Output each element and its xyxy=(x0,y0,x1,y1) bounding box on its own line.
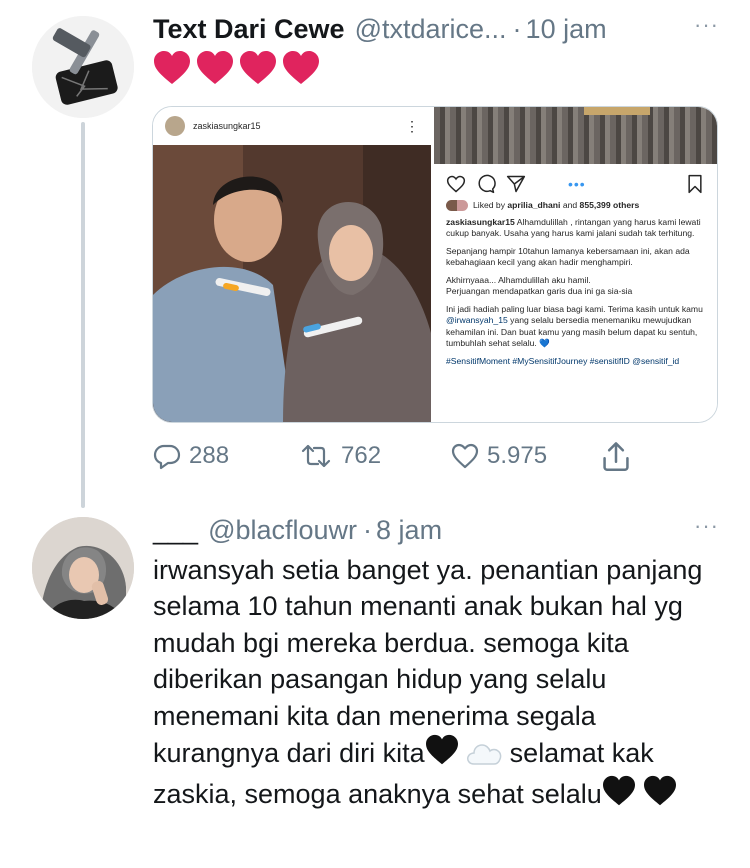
black-heart-icon xyxy=(425,734,459,775)
username[interactable]: @blacflouwr xyxy=(208,515,357,546)
tweet-action-bar: 288 762 5.975 xyxy=(153,440,643,472)
thread-line xyxy=(81,122,85,508)
caption-mention: @irwansyah_15 xyxy=(446,315,508,325)
retweet-count: 762 xyxy=(341,442,382,469)
timestamp[interactable]: 10 jam xyxy=(526,14,607,45)
like-button[interactable]: 5.975 xyxy=(451,442,547,470)
caption-hashtags: #SensitifMoment #MySensitifJourney #sens… xyxy=(446,355,680,366)
black-heart-icon xyxy=(643,775,677,816)
retweet-icon xyxy=(301,444,331,468)
reply-icon xyxy=(153,444,181,470)
instagram-username: zaskiasungkar15 xyxy=(193,121,261,131)
comment-icon xyxy=(478,174,496,194)
instagram-avatar xyxy=(165,116,185,136)
dress-pleats-photo xyxy=(434,107,717,164)
heart-icon xyxy=(451,443,479,469)
red-heart-icon xyxy=(283,51,319,84)
reply-button[interactable]: 288 xyxy=(153,442,229,470)
send-icon xyxy=(506,175,526,193)
separator: · xyxy=(363,514,373,545)
more-options-icon[interactable]: ··· xyxy=(694,12,719,38)
instagram-menu-icon: ⋮ xyxy=(405,117,419,134)
reply-text: irwansyah setia banget ya. penantian pan… xyxy=(153,552,728,817)
media-image-right[interactable]: ••• Liked by aprilia_dhani and 855,399 o… xyxy=(434,107,717,422)
liked-by-prefix: Liked by xyxy=(473,200,506,210)
caption-paragraph-3-line-1: Akhirnyaaa... Alhamdulillah aku hamil. xyxy=(446,274,591,285)
liked-by-user: aprilia_dhani xyxy=(507,200,561,210)
hammer-phone-avatar-image xyxy=(32,16,134,118)
couple-photo xyxy=(153,145,431,422)
avatar[interactable] xyxy=(32,517,134,619)
cloud-icon xyxy=(466,739,502,775)
caption-paragraph-4-part-1: Ini jadi hadiah paling luar biasa bagi k… xyxy=(446,303,703,314)
instagram-action-bar: ••• xyxy=(434,164,717,196)
avatar[interactable] xyxy=(32,16,134,118)
caption-paragraph-2: Sepanjang hampir 10tahun lamanya kebersa… xyxy=(446,245,690,268)
share-button[interactable] xyxy=(600,440,640,472)
red-heart-icon xyxy=(240,51,276,84)
red-heart-icon xyxy=(197,51,233,84)
display-name[interactable]: ___ xyxy=(153,515,198,546)
tweet-header: Text Dari Cewe @txtdarice... · 10 jam ··… xyxy=(153,12,719,46)
separator: · xyxy=(512,13,522,44)
couple-photo-illustration xyxy=(153,145,431,422)
liked-by-row: Liked by aprilia_dhani and 855,399 other… xyxy=(446,200,705,212)
instagram-post-header: zaskiasungkar15 ⋮ xyxy=(153,107,431,145)
username[interactable]: @txtdarice... xyxy=(355,14,507,45)
reply-count: 288 xyxy=(189,442,230,469)
like-count: 5.975 xyxy=(487,442,548,469)
retweet-button[interactable]: 762 xyxy=(299,442,381,470)
reply-header: ___ @blacflouwr · 8 jam ··· xyxy=(153,513,719,547)
hijab-girl-avatar-image xyxy=(32,517,134,619)
tweet-text: ❤️❤️❤️❤️ xyxy=(153,50,320,86)
liked-by-avatars xyxy=(446,200,468,212)
caption-username: zaskiasungkar15 xyxy=(446,216,515,227)
bookmark-icon xyxy=(688,174,702,194)
timestamp[interactable]: 8 jam xyxy=(376,515,442,546)
media-image-left[interactable]: zaskiasungkar15 ⋮ xyxy=(153,107,434,422)
more-options-icon[interactable]: ··· xyxy=(694,513,719,539)
heart-outline-icon xyxy=(446,175,466,193)
caption-paragraph-3-line-2: Perjuangan mendapatkan garis dua ini ga … xyxy=(446,286,633,296)
instagram-caption: Liked by aprilia_dhani and 855,399 other… xyxy=(434,196,717,367)
tweet-media[interactable]: zaskiasungkar15 ⋮ ••• Liked by aprilia_d… xyxy=(152,106,718,423)
red-heart-icon xyxy=(154,51,190,84)
carousel-dots: ••• xyxy=(568,176,586,192)
black-heart-icon xyxy=(602,775,636,816)
liked-by-suffix: and xyxy=(562,200,578,210)
display-name[interactable]: Text Dari Cewe xyxy=(153,14,345,45)
share-icon xyxy=(603,442,629,471)
liked-by-count: 855,399 others xyxy=(579,200,640,210)
